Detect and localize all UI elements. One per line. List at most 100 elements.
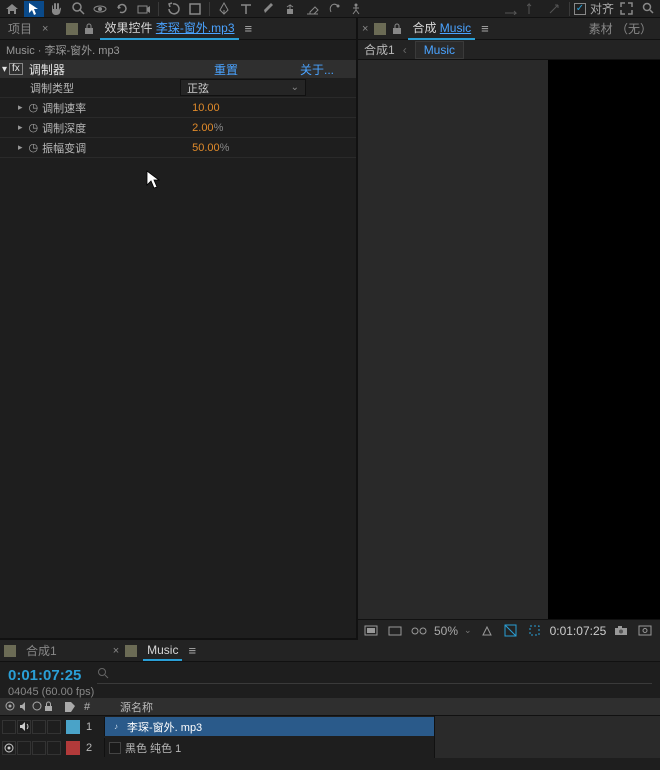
frame-info: 04045 (60.00 fps) [0,686,660,698]
snap-checkbox[interactable]: ✓ 对齐 [574,0,614,17]
panel-menu-icon[interactable]: ≡ [481,21,489,36]
eraser-tool[interactable] [302,1,322,17]
timeline-search-input[interactable] [97,664,652,684]
layer-color-swatch[interactable] [66,741,80,755]
tab-composition[interactable]: 合成 Music [408,17,475,40]
layer-name-cell[interactable]: ♪ 李琛-窗外. mp3 [104,717,434,736]
stopwatch-icon[interactable]: ◷ [29,101,39,114]
breadcrumb-music[interactable]: Music [415,41,464,59]
composition-canvas[interactable] [548,60,660,619]
layer-name-cell[interactable]: 黑色 纯色 1 [104,738,434,757]
tab-footage[interactable]: 素材 （无） [585,18,656,39]
breadcrumb-comp1[interactable]: 合成1 [364,41,395,58]
pen-tool[interactable] [214,1,234,17]
right-panel-tabs: × 合成 Music ≡ 素材 （无） [358,18,660,40]
audio-toggle-header-icon[interactable] [19,701,30,712]
prop-amplitude-mod: ▸ ◷ 振幅变调 50.00% [0,138,356,158]
goggles-icon[interactable] [410,623,428,639]
twirl-right-icon[interactable]: ▸ [18,102,23,113]
effect-source-path: Music · 李琛-窗外. mp3 [0,40,356,60]
timeline-panel: 合成1 × Music ≡ 0:01:07:25 04045 (60.00 fp… [0,638,660,768]
tab-close-icon[interactable]: × [113,645,119,657]
axis-y-icon[interactable] [523,1,543,17]
about-link[interactable]: 关于... [300,61,334,78]
orbit-tool[interactable] [90,1,110,17]
solo-toggle[interactable] [32,741,46,755]
chevron-down-icon: ⌄ [464,625,472,636]
reset-link[interactable]: 重置 [214,61,238,78]
roto-tool[interactable] [324,1,344,17]
puppet-tool[interactable] [346,1,366,17]
viewer-area[interactable] [358,60,660,619]
layer-index: 1 [82,721,96,733]
lock-icon[interactable] [392,23,402,35]
audio-toggle[interactable] [17,741,31,755]
fx-badge-icon[interactable]: fx [9,63,23,75]
axis-x-icon[interactable] [501,1,521,17]
layer-bar-area[interactable] [434,716,660,737]
lock-toggle[interactable] [47,741,61,755]
viewer-timecode[interactable]: 0:01:07:25 [550,624,607,638]
solo-header-icon[interactable] [32,701,42,712]
video-toggle-header-icon[interactable] [4,701,17,712]
tab-music[interactable]: Music [143,641,182,661]
twirl-right-icon[interactable]: ▸ [18,142,23,153]
audio-toggle[interactable] [17,720,31,734]
resolution-icon[interactable] [386,623,404,639]
zoom-tool[interactable] [68,1,88,17]
toggle-transparency-icon[interactable] [502,623,520,639]
rotate-tool[interactable] [112,1,132,17]
prop-value[interactable]: 50.00% [192,142,229,154]
anchor-tool[interactable] [163,1,183,17]
video-toggle[interactable] [2,741,16,755]
twirl-down-icon[interactable]: ▾ [2,64,7,75]
hand-tool[interactable] [46,1,66,17]
axis-z-icon[interactable] [545,1,565,17]
tab-close-icon[interactable]: × [362,23,368,35]
snapshot-icon[interactable] [612,623,630,639]
tab-comp1[interactable]: 合成1 [22,640,61,661]
left-panel-tabs: 项目 × 效果控件 李琛-窗外.mp3 ≡ [0,18,356,40]
fast-preview-icon[interactable] [478,623,496,639]
text-tool[interactable] [236,1,256,17]
zoom-dropdown[interactable]: 50% [434,624,458,638]
prop-value[interactable]: 2.00% [192,122,223,134]
stopwatch-icon[interactable]: ◷ [29,121,39,134]
layer-row-solid[interactable]: 2 黑色 纯色 1 [0,737,660,758]
brush-tool[interactable] [258,1,278,17]
tab-close-icon[interactable]: × [42,23,48,35]
rect-tool[interactable] [185,1,205,17]
tab-effect-controls[interactable]: 效果控件 李琛-窗外.mp3 [100,17,238,40]
prop-value[interactable]: 10.00 [192,102,220,114]
expand-icon[interactable] [616,1,636,17]
magnify-ratio-icon[interactable] [362,623,380,639]
clone-tool[interactable] [280,1,300,17]
viewer-footer: 50% ⌄ 0:01:07:25 [358,619,660,641]
show-snapshot-icon[interactable] [636,623,654,639]
panel-menu-icon[interactable]: ≡ [188,643,196,658]
twirl-right-icon[interactable]: ▸ [18,122,23,133]
layer-color-swatch[interactable] [66,720,80,734]
prop-modulation-rate: ▸ ◷ 调制速率 10.00 [0,98,356,118]
home-tool[interactable] [2,1,22,17]
source-name-header[interactable]: 源名称 [114,699,660,715]
layer-bar-area[interactable] [434,737,660,758]
camera-tool[interactable] [134,1,154,17]
panel-menu-icon[interactable]: ≡ [245,21,253,36]
stopwatch-icon[interactable]: ◷ [29,141,39,154]
solo-toggle[interactable] [32,720,46,734]
snap-label: 对齐 [590,0,614,17]
label-header-icon[interactable] [64,701,84,713]
region-icon[interactable] [526,623,544,639]
layer-row-audio[interactable]: 1 ♪ 李琛-窗外. mp3 [0,716,660,737]
search-icon-tb[interactable] [638,1,658,17]
lock-icon[interactable] [84,23,94,35]
selection-tool[interactable] [24,1,44,17]
modulation-type-dropdown[interactable]: 正弦 ⌄ [180,79,306,96]
tab-project[interactable]: 项目 [4,18,36,39]
lock-header-icon[interactable] [44,701,53,712]
lock-toggle[interactable] [47,720,61,734]
effect-header[interactable]: ▾ fx 调制器 重置 关于... [0,60,356,78]
current-timecode[interactable]: 0:01:07:25 [8,667,81,684]
video-toggle[interactable] [2,720,16,734]
